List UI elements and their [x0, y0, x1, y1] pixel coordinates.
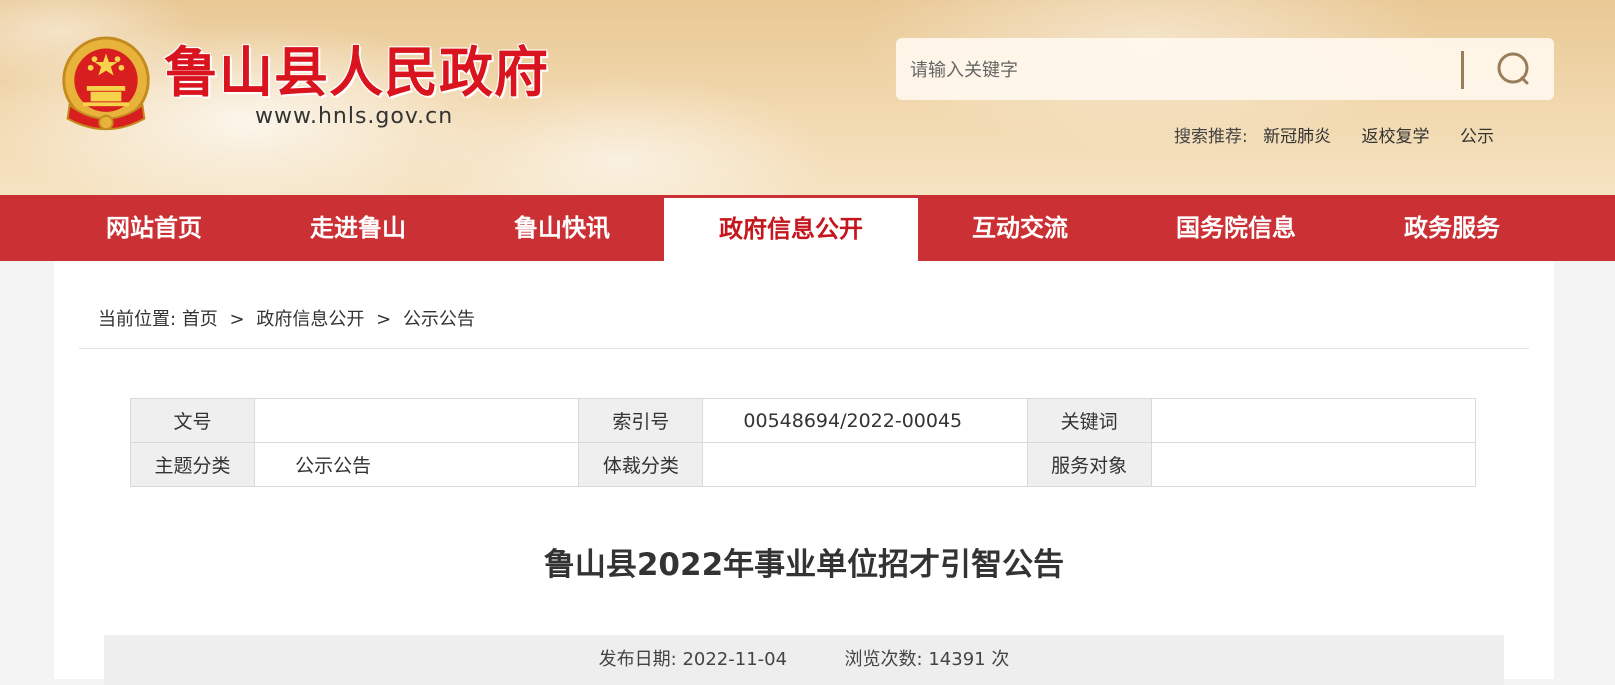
nav-item-interaction[interactable]: 互动交流 — [918, 195, 1122, 261]
breadcrumb-separator: > — [229, 309, 245, 330]
nav-item-about[interactable]: 走进鲁山 — [256, 195, 460, 261]
meta-value: 公示公告 — [254, 442, 580, 487]
table-row: 文号 索引号 00548694/2022-00045 关键词 — [129, 398, 1477, 443]
search-button[interactable] — [1486, 48, 1542, 90]
breadcrumb-link-announcements[interactable]: 公示公告 — [403, 309, 475, 330]
metadata-table: 文号 索引号 00548694/2022-00045 关键词 主题分类 公示公告… — [129, 398, 1477, 487]
meta-key: 服务对象 — [1026, 442, 1152, 487]
main-nav: 网站首页 走进鲁山 鲁山快讯 政府信息公开 互动交流 国务院信息 政务服务 — [0, 195, 1615, 261]
hot-search-link[interactable]: 新冠肺炎 — [1263, 127, 1331, 147]
nav-item-home[interactable]: 网站首页 — [52, 195, 256, 261]
article-title: 鲁山县2022年事业单位招才引智公告 — [543, 547, 1065, 583]
meta-key: 索引号 — [578, 398, 704, 443]
nav-item-gov-info[interactable]: 政府信息公开 — [664, 198, 918, 261]
meta-key: 关键词 — [1026, 398, 1152, 443]
national-emblem-icon — [62, 36, 150, 131]
publish-date-label: 发布日期: — [598, 649, 677, 670]
search-icon — [1497, 52, 1529, 85]
hot-search: 搜索推荐: 新冠肺炎 返校复学 公示 — [1174, 122, 1494, 147]
search-divider — [1461, 51, 1464, 89]
meta-key: 主题分类 — [129, 442, 256, 487]
meta-key: 文号 — [129, 398, 256, 443]
meta-value — [702, 442, 1028, 487]
search-input[interactable] — [908, 48, 1432, 92]
hot-search-link[interactable]: 公示 — [1460, 127, 1494, 147]
nav-item-state-council[interactable]: 国务院信息 — [1122, 195, 1350, 261]
breadcrumb-link-home[interactable]: 首页 — [182, 309, 218, 330]
site-url: www.hnls.gov.cn — [255, 104, 454, 129]
meta-value — [1150, 442, 1477, 487]
meta-value: 00548694/2022-00045 — [702, 398, 1028, 443]
table-row: 主题分类 公示公告 体裁分类 服务对象 — [129, 442, 1477, 487]
site-header: 鲁山县人民政府 www.hnls.gov.cn 搜索推荐: 新冠肺炎 返校复学 … — [0, 0, 1615, 195]
meta-value — [254, 398, 580, 443]
breadcrumb: 当前位置: 首页 > 政府信息公开 > 公示公告 — [98, 305, 475, 331]
breadcrumb-link-gov-info[interactable]: 政府信息公开 — [256, 309, 364, 330]
publish-date: 2022-11-04 — [682, 649, 788, 670]
breadcrumb-divider — [79, 348, 1529, 349]
hot-search-label: 搜索推荐: — [1174, 127, 1248, 147]
breadcrumb-prefix: 当前位置: — [98, 309, 177, 330]
site-name: 鲁山县人民政府 — [164, 40, 549, 104]
search-box — [896, 38, 1554, 100]
meta-value — [1150, 398, 1477, 443]
meta-key: 体裁分类 — [578, 442, 704, 487]
breadcrumb-separator: > — [376, 309, 392, 330]
hot-search-link[interactable]: 返校复学 — [1362, 127, 1430, 147]
view-count-label: 浏览次数: — [844, 649, 923, 670]
publish-info-bar: 发布日期: 2022-11-04 浏览次数: 14391 次 — [104, 635, 1504, 685]
view-count: 14391 — [928, 649, 986, 670]
view-count-unit: 次 — [991, 649, 1010, 670]
nav-item-services[interactable]: 政务服务 — [1350, 195, 1554, 261]
nav-item-news[interactable]: 鲁山快讯 — [460, 195, 664, 261]
content-panel: 当前位置: 首页 > 政府信息公开 > 公示公告 文号 索引号 00548694… — [54, 261, 1554, 685]
